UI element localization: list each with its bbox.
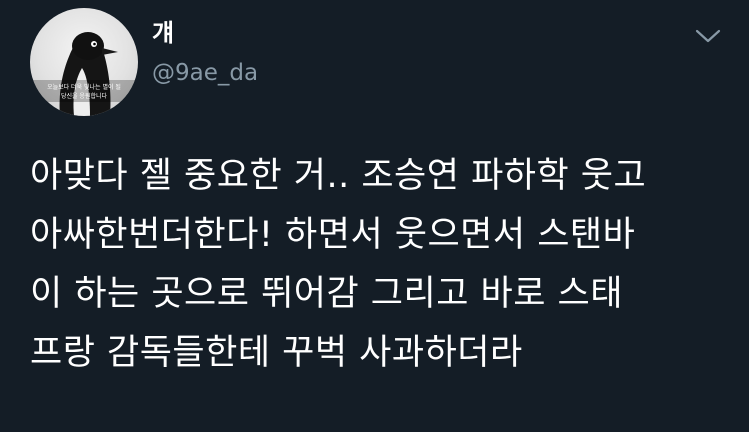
- avatar-caption-line2: 당신을 응원합니다: [61, 92, 108, 100]
- avatar-caption-line1: 오늘보다 더욱 빛나는 별이 될: [47, 83, 121, 91]
- user-handle[interactable]: @9ae_da: [152, 58, 258, 88]
- penguin-avatar-image: 오늘보다 더욱 빛나는 별이 될 당신을 응원합니다: [30, 32, 138, 116]
- tweet-card: 오늘보다 더욱 빛나는 별이 될 당신을 응원합니다 걔 @9ae_da 아맞다…: [0, 0, 749, 432]
- tweet-text: 아맞다 젤 중요한 거.. 조승연 파하학 웃고 아싸한번더한다! 하면서 웃으…: [30, 156, 647, 373]
- display-name[interactable]: 걔: [152, 18, 174, 48]
- avatar[interactable]: 오늘보다 더욱 빛나는 별이 될 당신을 응원합니다: [30, 8, 138, 116]
- chevron-down-icon[interactable]: [694, 26, 722, 46]
